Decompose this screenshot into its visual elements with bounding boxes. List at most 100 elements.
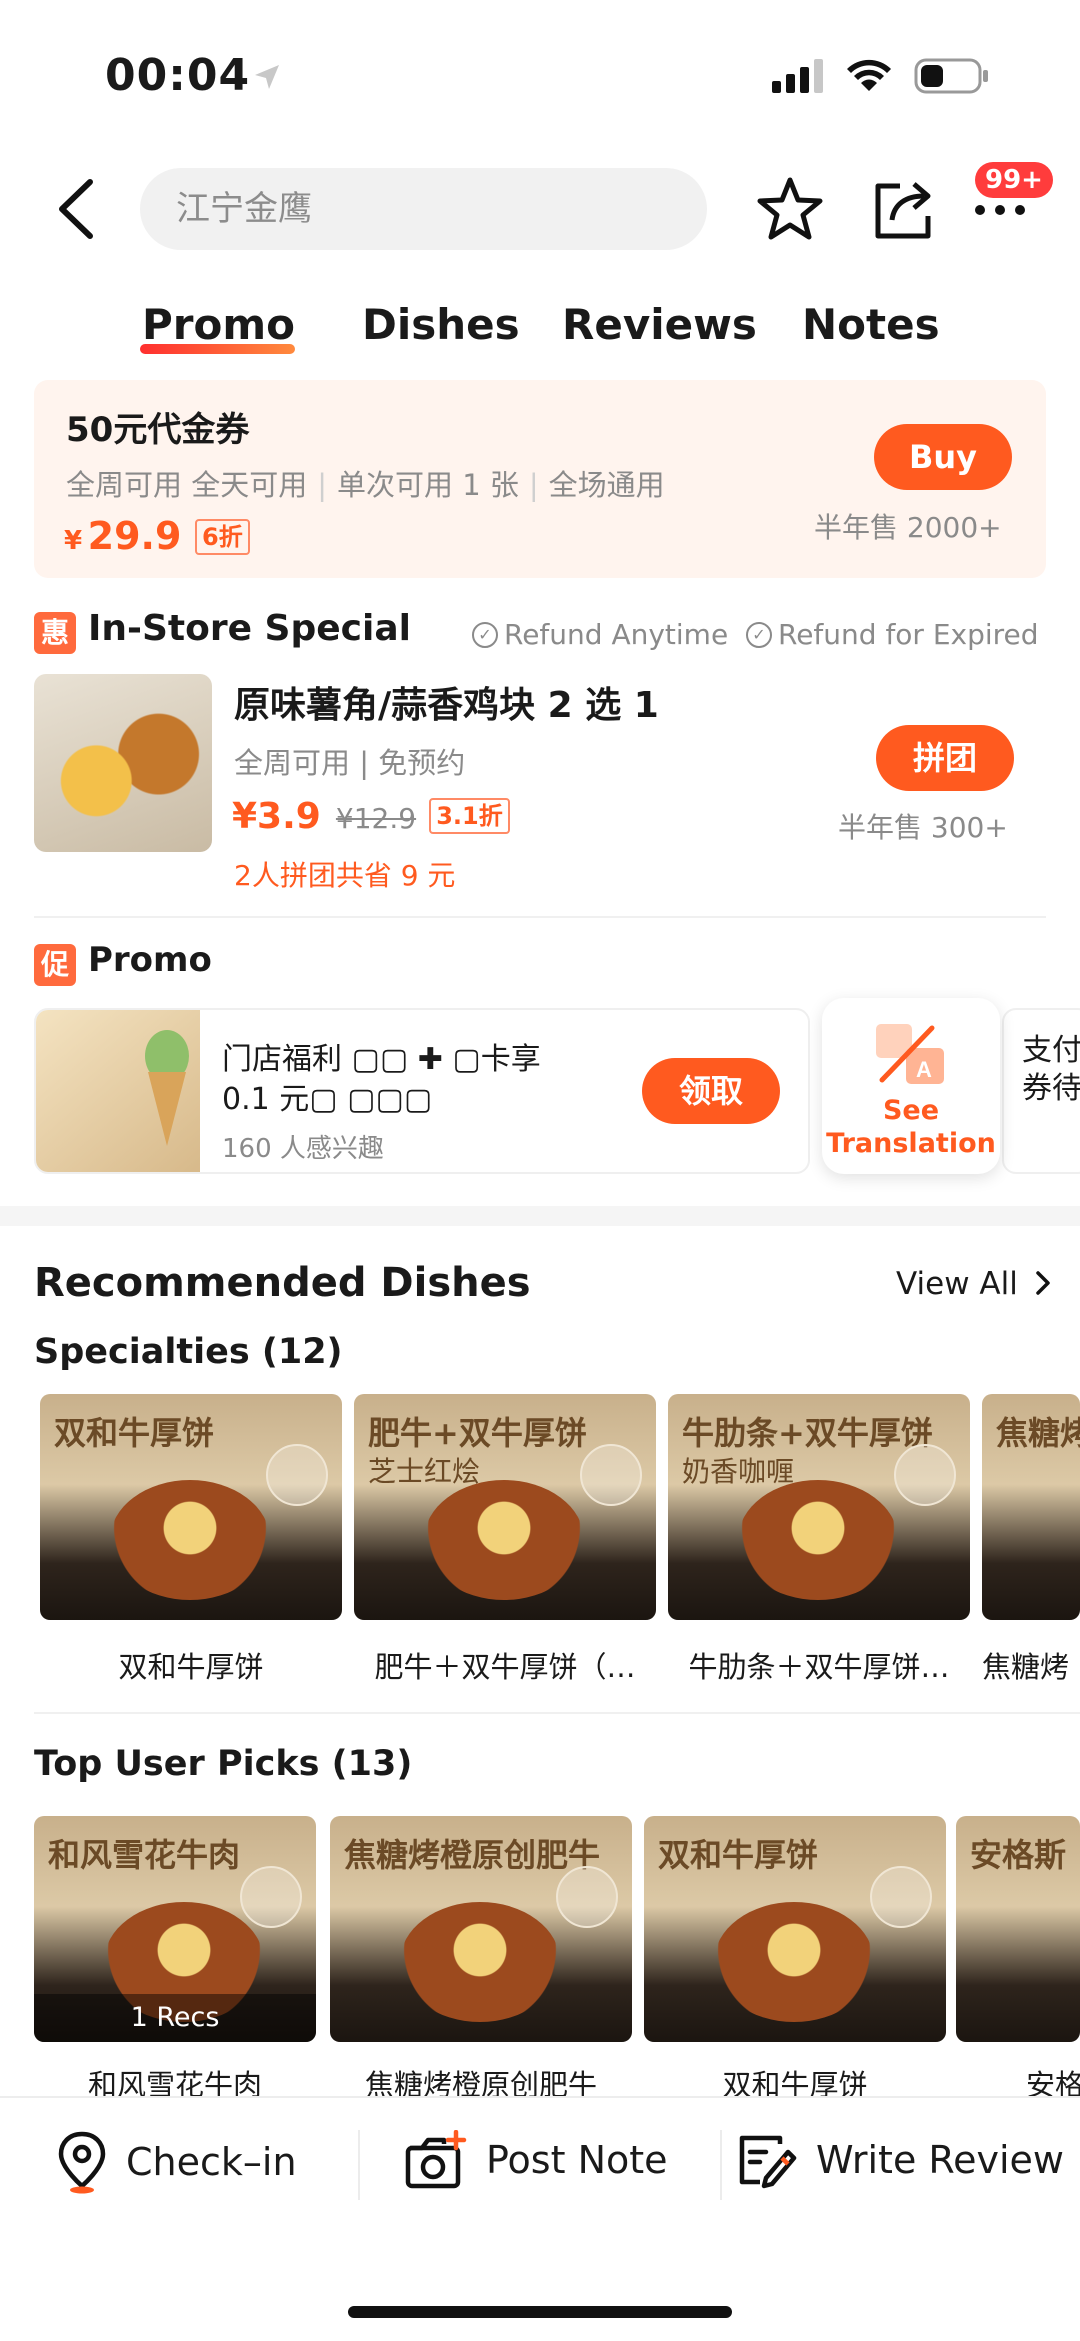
translation-label: Translation <box>826 1128 996 1159</box>
edit-review-icon <box>739 2135 797 2189</box>
pick-food <box>400 1902 560 2022</box>
dish-card-image[interactable]: 肥牛+双牛厚饼 芝士红烩 <box>354 1394 656 1620</box>
in-store-title: In-Store Special <box>88 608 411 649</box>
divider <box>34 1712 1080 1714</box>
promo-image <box>36 1010 200 1172</box>
group-buy-button[interactable]: 拼团 <box>876 725 1014 791</box>
peek-line-1: 支付 <box>1022 1033 1080 1068</box>
voucher-tag: 全场通用 <box>548 468 665 502</box>
dish-caption: 焦糖烤 <box>996 1414 1080 1452</box>
see-translation-button[interactable]: A See Translation <box>822 998 1000 1174</box>
post-note-label: Post Note <box>486 2138 668 2182</box>
refund-anytime: ✓ Refund Anytime <box>472 618 728 651</box>
check-circle-icon: ✓ <box>746 621 772 648</box>
claim-button[interactable]: 领取 <box>642 1058 780 1124</box>
voucher-tag: 单次可用 1 张 <box>337 468 519 502</box>
post-note-button[interactable]: Post Note <box>404 2130 668 2190</box>
dish-name[interactable]: 肥牛＋双牛厚饼（… <box>354 1644 656 1686</box>
pick-card-image[interactable]: 焦糖烤橙原创肥牛 <box>330 1816 632 2042</box>
peek-text: 支付 券待 <box>1022 1032 1080 1108</box>
price-value: 29.9 <box>87 514 182 558</box>
promo-title: Promo <box>88 940 212 980</box>
pick-card-image[interactable]: 安格斯 <box>956 1816 1080 2042</box>
section-separator <box>0 1206 1080 1226</box>
promo-interest-count: 160 人感兴趣 <box>222 1134 384 1164</box>
write-review-label: Write Review <box>816 2138 1064 2182</box>
dish-name[interactable]: 牛肋条＋双牛厚饼… <box>668 1644 970 1686</box>
recs-count-badge: 1 Recs <box>34 1994 316 2042</box>
dish-caption-sub: 奶香咖喱 <box>682 1455 795 1488</box>
pick-caption: 安格斯 <box>970 1836 1067 1874</box>
promo-card[interactable]: 门店福利 ▢▢ ✚ ▢卡享 0.1 元▢ ▢▢▢ 160 人感兴趣 领取 <box>34 1008 810 1174</box>
see-label: See <box>882 1095 940 1126</box>
deal-title[interactable]: 原味薯角/蒜香鸡块 2 选 1 <box>234 676 659 728</box>
svg-text:A: A <box>916 1057 932 1082</box>
currency-symbol: ¥ <box>64 526 83 556</box>
view-all-link[interactable]: View All <box>896 1266 1054 1302</box>
dish-name[interactable]: 焦糖烤 <box>982 1644 1080 1686</box>
dish-caption: 双和牛厚饼 <box>54 1414 215 1452</box>
refund-expired-label: Refund for Expired <box>778 618 1039 651</box>
dish-name[interactable]: 双和牛厚饼 <box>40 1644 342 1686</box>
deal-sold-count: 半年售 300+ <box>838 811 1008 844</box>
separator: | <box>317 468 327 502</box>
pick-caption: 双和牛厚饼 <box>658 1836 819 1874</box>
cellular-signal-icon <box>772 59 824 97</box>
check-circle-icon: ✓ <box>472 621 498 648</box>
status-time: 00:04 <box>105 50 251 101</box>
buy-button[interactable]: Buy <box>874 424 1012 490</box>
voucher-tags: 全周可用 全天可用 | 单次可用 1 张 | 全场通用 <box>66 462 665 504</box>
tab-promo[interactable]: Promo <box>142 300 295 349</box>
dish-card-image[interactable]: 焦糖烤 <box>982 1394 1080 1620</box>
dish-card-image[interactable]: 双和牛厚饼 <box>40 1394 342 1620</box>
share-icon[interactable] <box>870 176 938 242</box>
voucher-price: ¥ 29.9 6折 <box>64 514 250 558</box>
home-indicator[interactable] <box>348 2306 732 2318</box>
separator: | <box>528 468 539 502</box>
tab-reviews[interactable]: Reviews <box>562 300 757 349</box>
tab-dishes[interactable]: Dishes <box>362 300 520 349</box>
group-savings-note: 2人拼团共省 9 元 <box>234 859 456 892</box>
pick-card-image[interactable]: 双和牛厚饼 <box>644 1816 946 2042</box>
pick-food <box>714 1902 874 2022</box>
top-user-picks-title: Top User Picks (13) <box>34 1744 413 1784</box>
battery-icon <box>914 58 990 98</box>
brand-stamp-icon <box>580 1444 642 1506</box>
ice-cream-icon <box>145 1030 189 1146</box>
search-input[interactable]: 江宁金鹰 <box>140 168 707 250</box>
voucher-title: 50元代金券 <box>66 410 250 450</box>
promo-line-2: 0.1 元▢ ▢▢▢ <box>222 1082 433 1117</box>
location-arrow-icon <box>252 62 282 92</box>
camera-plus-icon <box>405 2130 467 2189</box>
voucher-card[interactable]: 50元代金券 全周可用 全天可用 | 单次可用 1 张 | 全场通用 ¥ 29.9 6折… <box>34 380 1046 578</box>
discount-badge: 6折 <box>195 519 250 555</box>
dish-card-image[interactable]: 牛肋条+双牛厚饼 奶香咖喱 <box>668 1394 970 1620</box>
voucher-tag: 全周可用 全天可用 <box>66 468 308 502</box>
wifi-icon <box>846 59 892 97</box>
dish-food <box>424 1480 584 1600</box>
back-button[interactable] <box>52 176 102 242</box>
deal-original-price: ¥12.9 <box>335 802 417 835</box>
voucher-sold-count: 半年售 2000+ <box>814 511 1002 544</box>
favorite-star-icon[interactable] <box>756 176 824 242</box>
deal-current-price: ¥3.9 <box>232 796 321 837</box>
dish-caption: 肥牛+双牛厚饼 <box>368 1414 587 1452</box>
chevron-right-icon <box>1035 1271 1050 1295</box>
location-pin-icon <box>58 2131 106 2194</box>
more-menu-icon[interactable] <box>970 195 1030 225</box>
pick-card-image[interactable]: 和风雪花牛肉 1 Recs <box>34 1816 316 2042</box>
refund-anytime-label: Refund Anytime <box>504 618 729 651</box>
status-icons <box>772 58 990 98</box>
fries-thumbnail[interactable] <box>34 674 212 852</box>
write-review-button[interactable]: Write Review <box>736 2130 1064 2190</box>
pick-caption: 焦糖烤橙原创肥牛 <box>344 1836 601 1874</box>
promo-card-peek[interactable]: 支付 券待 <box>1002 1008 1080 1174</box>
brand-stamp-icon <box>870 1866 932 1928</box>
tab-notes[interactable]: Notes <box>802 300 940 349</box>
deal-subtitle: 全周可用 | 免预约 <box>234 746 466 780</box>
divider <box>720 2130 722 2200</box>
check-in-button[interactable]: Check–in <box>56 2130 297 2194</box>
brand-stamp-icon <box>556 1866 618 1928</box>
brand-stamp-icon <box>266 1444 328 1506</box>
translate-icon: A <box>876 1024 944 1084</box>
